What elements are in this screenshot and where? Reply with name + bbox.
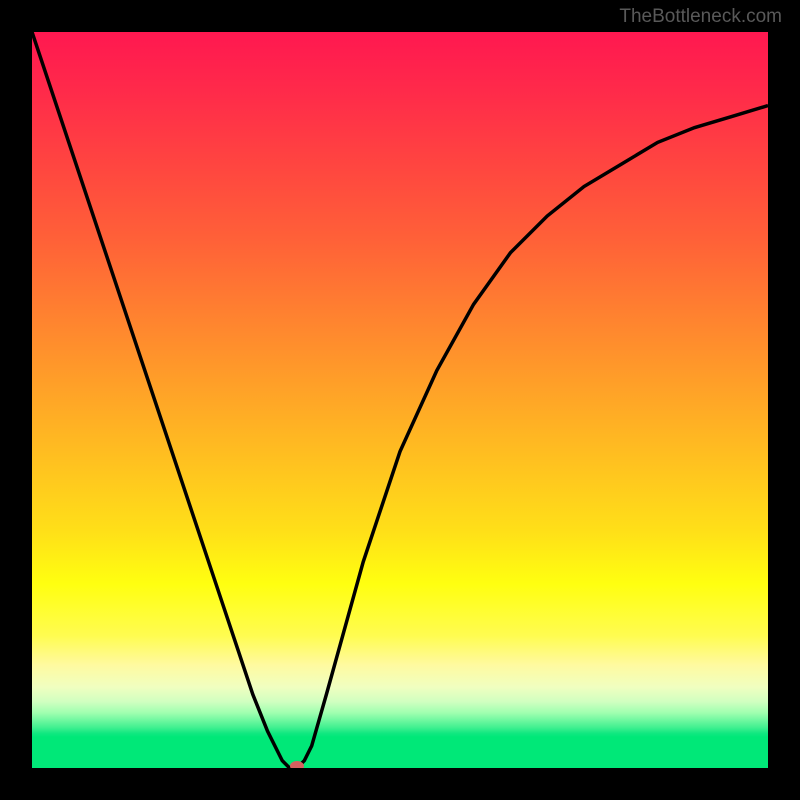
watermark-text: TheBottleneck.com [619,6,782,28]
minimum-marker [290,761,304,768]
bottleneck-curve-svg [32,32,768,768]
curve-line [32,32,768,768]
chart-plot-area [32,32,768,768]
